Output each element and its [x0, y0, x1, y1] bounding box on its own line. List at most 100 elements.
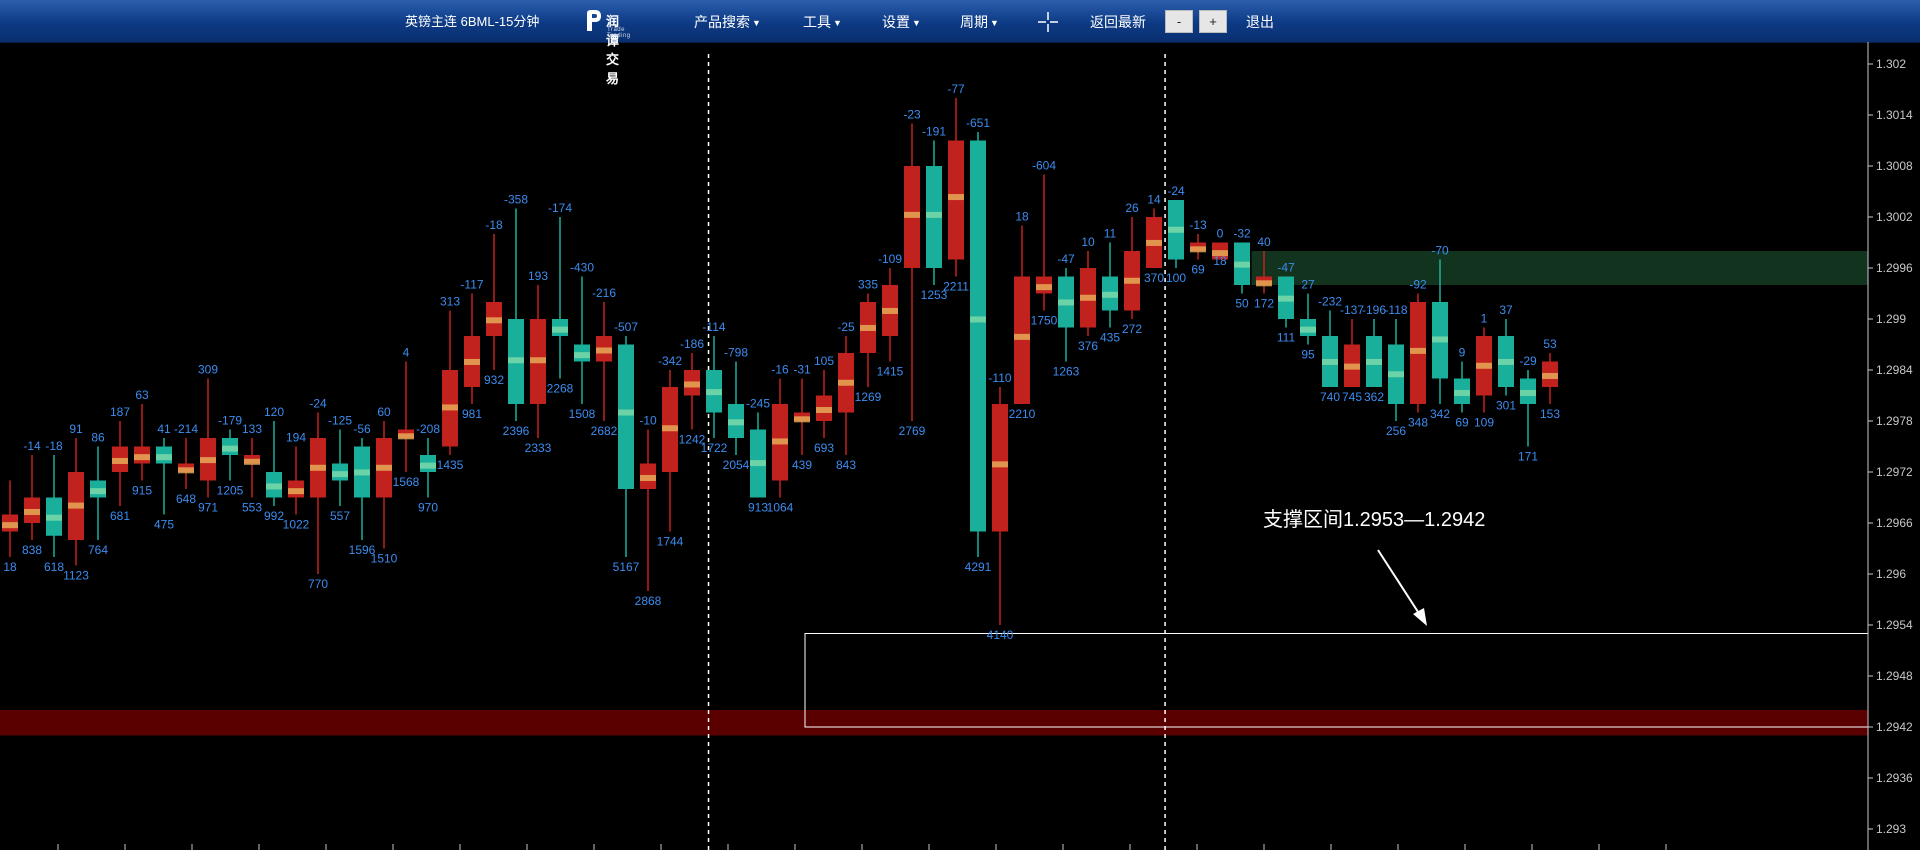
candle: -118 256: [1384, 303, 1407, 438]
candle-volume-label: 1750: [1031, 314, 1058, 328]
candle-delta-label: 193: [528, 269, 548, 283]
candle-poc-band: [882, 307, 898, 314]
candle-delta-label: -18: [45, 439, 63, 453]
candle-volume-label: 648: [176, 492, 196, 506]
candle-volume-label: 2769: [899, 424, 926, 438]
candle-delta-label: -651: [966, 116, 990, 130]
candle-delta-label: -798: [724, 346, 748, 360]
candle: -245 913: [746, 397, 770, 515]
price-tick-label: 1.3002: [1876, 210, 1913, 224]
candle-delta-label: -47: [1277, 261, 1295, 275]
candle-poc-band: [486, 317, 502, 324]
candle: 187 681: [110, 405, 130, 523]
candle-volume-label: 992: [264, 509, 284, 523]
candle-volume-label: 475: [154, 518, 174, 532]
candle: -77 2211: [943, 82, 969, 294]
candle-delta-label: 10: [1081, 235, 1095, 249]
candle-delta-label: -507: [614, 320, 638, 334]
menu-settings[interactable]: 设置 ▼: [882, 0, 921, 42]
candle-volume-label: 618: [44, 560, 64, 574]
candle-delta-label: 1: [1481, 312, 1488, 326]
candle-volume-label: 843: [836, 458, 856, 472]
candle-delta-label: -24: [309, 397, 327, 411]
menu-settings-label: 设置: [882, 14, 910, 30]
candle-body: [1014, 276, 1030, 404]
menu-period-label: 周期: [960, 14, 988, 30]
candle-body: [618, 344, 634, 489]
candle: -125 557: [328, 414, 352, 524]
candle-volume-label: 301: [1496, 399, 1516, 413]
candle-delta-label: 4: [403, 346, 410, 360]
candle-delta-label: 133: [242, 422, 262, 436]
candle-volume-label: 970: [418, 501, 438, 515]
candle-volume-label: 2868: [635, 594, 662, 608]
candle-poc-band: [1190, 246, 1206, 253]
candle: -24 100: [1166, 184, 1186, 285]
resistance-zone: [1251, 251, 1868, 285]
candle-poc-band: [1102, 291, 1118, 298]
candle: -47 111: [1277, 261, 1296, 345]
candle-poc-band: [464, 358, 480, 365]
candle: -604 1750: [1031, 159, 1058, 328]
candle: 1 109: [1474, 312, 1494, 430]
candle-delta-label: 41: [157, 422, 171, 436]
exit-button[interactable]: 退出: [1246, 0, 1274, 42]
candle-poc-band: [266, 483, 282, 490]
candle-poc-band: [1410, 347, 1426, 354]
candle: -214 648: [174, 422, 198, 506]
back-to-latest-button[interactable]: 返回最新: [1090, 0, 1146, 42]
candle-poc-band: [134, 454, 150, 461]
candle-volume-label: 69: [1455, 416, 1469, 430]
candle-delta-label: 63: [135, 388, 149, 402]
menu-tools-label: 工具: [803, 14, 831, 30]
candle-delta-label: -14: [23, 439, 41, 453]
candle: -92 348: [1408, 278, 1428, 430]
price-chart[interactable]: 18-14838-1861891112386764187681639154147…: [0, 42, 1920, 850]
candle-volume-label: 1415: [877, 365, 904, 379]
menu-tools[interactable]: 工具 ▼: [803, 0, 842, 42]
candle-delta-label: -604: [1032, 159, 1056, 173]
candle: 4 1568: [393, 346, 420, 490]
candle-delta-label: 120: [264, 405, 284, 419]
price-tick-label: 1.2984: [1876, 363, 1913, 377]
candle-volume-label: 18: [1213, 254, 1227, 268]
price-tick-label: 1.2978: [1876, 414, 1913, 428]
candle: -13 69: [1189, 218, 1207, 277]
menu-period[interactable]: 周期 ▼: [960, 0, 999, 42]
crosshair-icon[interactable]: [1037, 11, 1059, 33]
candle: 11 435: [1100, 227, 1120, 345]
candle-delta-label: -174: [548, 201, 572, 215]
candle-delta-label: -110: [988, 371, 1011, 385]
candle-poc-band: [332, 471, 348, 478]
candle-poc-band: [1520, 389, 1536, 396]
candle: 53 153: [1540, 337, 1560, 421]
menu-product-search[interactable]: 产品搜索 ▼: [694, 0, 761, 42]
candle-poc-band: [222, 445, 238, 452]
candle-volume-label: 95: [1301, 348, 1315, 362]
candle: -174 2268: [547, 201, 574, 396]
candle-poc-band: [1388, 371, 1404, 378]
candle-delta-label: 60: [377, 405, 391, 419]
candle-delta-label: -109: [878, 252, 902, 266]
annotation-arrowhead: [1413, 608, 1427, 626]
candle-delta-label: -77: [947, 82, 965, 96]
candle-delta-label: -186: [680, 337, 704, 351]
candle-delta-label: -29: [1519, 354, 1537, 368]
candle-delta-label: -114: [702, 320, 725, 334]
candle: -29 171: [1518, 354, 1538, 464]
candle-poc-band: [1498, 358, 1514, 365]
candle-volume-label: 915: [132, 484, 152, 498]
candle-delta-label: 313: [440, 295, 460, 309]
candle-delta-label: -32: [1233, 227, 1251, 241]
candle: 63 915: [132, 388, 152, 498]
zoom-in-button[interactable]: +: [1199, 10, 1227, 33]
candle-volume-label: 1263: [1053, 365, 1080, 379]
zoom-out-button[interactable]: -: [1165, 10, 1193, 33]
candle-delta-label: -196: [1362, 303, 1386, 317]
candle-delta-label: 194: [286, 431, 306, 445]
candle-poc-band: [2, 522, 18, 529]
candle: 120 992: [264, 405, 284, 523]
candle-delta-label: 18: [1015, 210, 1029, 224]
candle-volume-label: 1022: [283, 518, 310, 532]
candle-delta-label: -31: [793, 363, 811, 377]
